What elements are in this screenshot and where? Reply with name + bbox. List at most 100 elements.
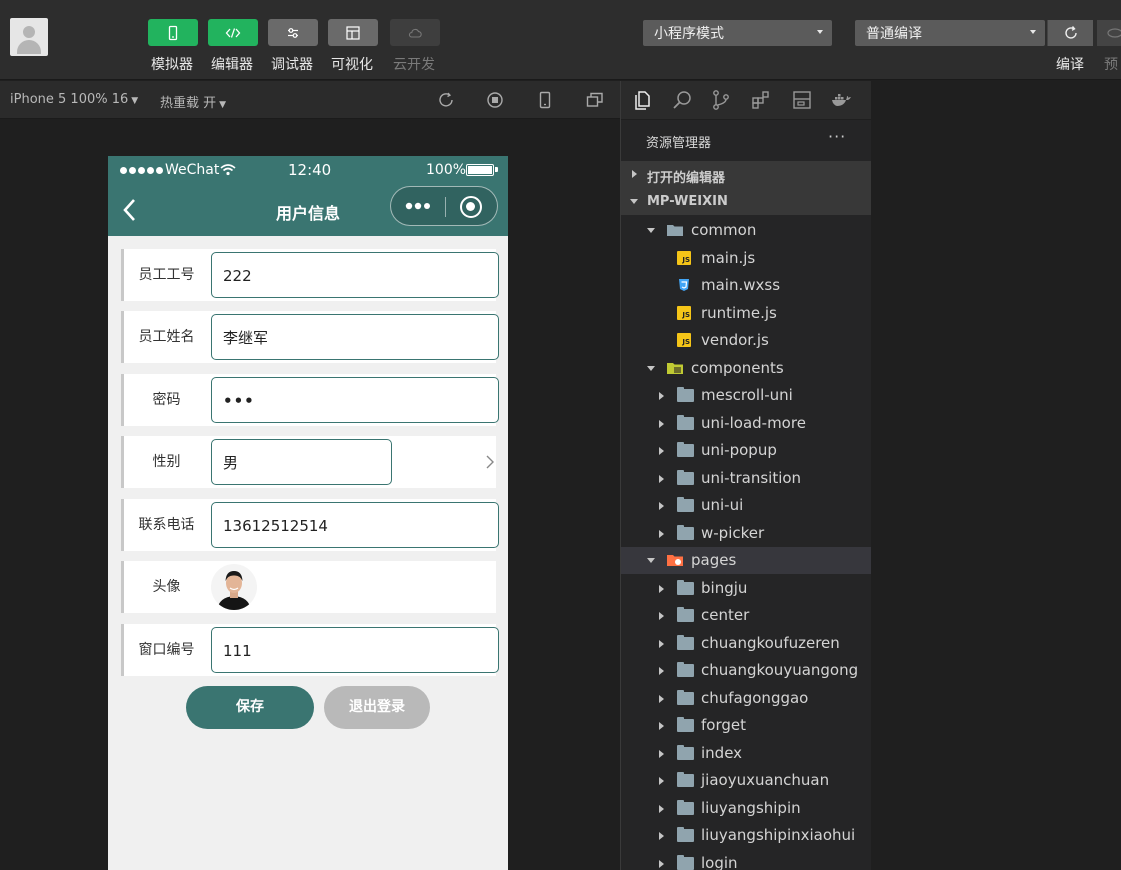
carrier-label: WeChat xyxy=(165,162,220,178)
tree-item[interactable]: index xyxy=(621,740,871,767)
tree-item[interactable]: center xyxy=(621,602,871,629)
tree-item[interactable]: JS vendor.js xyxy=(621,327,871,354)
chevron-right-icon xyxy=(659,584,664,593)
avatar-image[interactable] xyxy=(211,564,257,610)
chevron-right-icon xyxy=(659,529,664,538)
tree-item[interactable]: liuyangshipin xyxy=(621,795,871,822)
signal-indicator: WeChat xyxy=(120,162,236,178)
caret-down-icon xyxy=(1030,30,1036,34)
employee-name-label: 员工姓名 xyxy=(138,329,195,345)
chevron-right-icon xyxy=(659,392,664,400)
section-open-editors[interactable]: 打开的编辑器 xyxy=(621,161,871,188)
tree-item-label: index xyxy=(701,743,743,762)
window-number-input[interactable]: 111 xyxy=(211,627,499,673)
cloud-dev-button[interactable] xyxy=(390,19,440,46)
password-input[interactable]: ••• xyxy=(211,377,499,423)
visualize-button[interactable] xyxy=(328,19,378,46)
form-row-avatar: 头像 xyxy=(121,561,496,613)
tree-item[interactable]: login xyxy=(621,850,871,870)
tree-item[interactable]: uni-transition xyxy=(621,465,871,492)
tree-item-label: center xyxy=(701,606,750,624)
docker-icon[interactable] xyxy=(830,89,852,111)
battery-icon xyxy=(466,164,498,176)
tree-item[interactable]: pages xyxy=(621,547,871,574)
chevron-down-icon xyxy=(647,558,655,563)
tree-item[interactable]: JS main.js xyxy=(621,245,871,272)
tree-item-label: bingju xyxy=(701,578,748,597)
close-target-icon[interactable] xyxy=(460,196,482,218)
user-avatar[interactable] xyxy=(10,18,48,56)
compile-button[interactable] xyxy=(1047,20,1093,46)
folder-icon xyxy=(677,634,694,650)
tree-item[interactable]: common xyxy=(621,217,871,244)
empty-editor-area xyxy=(871,81,1121,870)
device-phone-icon[interactable] xyxy=(535,90,555,110)
layout-icon xyxy=(346,25,360,40)
more-dots-icon[interactable] xyxy=(405,200,433,212)
files-icon[interactable] xyxy=(631,89,653,111)
tree-item-label: liuyangshipin xyxy=(701,798,801,817)
employee-name-input[interactable]: 李继军 xyxy=(211,314,499,360)
code-icon xyxy=(225,27,241,38)
preview-button[interactable] xyxy=(1097,20,1121,46)
tree-item[interactable]: chuangkoufuzeren xyxy=(621,630,871,657)
tree-item[interactable]: bingju xyxy=(621,575,871,602)
chevron-right-icon xyxy=(659,859,664,868)
tree-item[interactable]: chuangkouyuangong xyxy=(621,657,871,684)
mode-select[interactable]: 小程序模式 xyxy=(643,20,832,46)
editor-button[interactable] xyxy=(208,19,258,46)
detach-window-icon[interactable] xyxy=(585,90,605,110)
tree-item[interactable]: components xyxy=(621,355,871,382)
stop-icon[interactable] xyxy=(485,90,505,110)
save-button[interactable]: 保存 xyxy=(186,686,314,729)
extensions-icon[interactable] xyxy=(750,89,772,111)
chevron-right-icon[interactable] xyxy=(486,455,494,469)
logout-button[interactable]: 退出登录 xyxy=(324,686,430,729)
reload-icon[interactable] xyxy=(436,90,456,110)
tree-item[interactable]: jiaoyuxuanchuan xyxy=(621,767,871,794)
section-project[interactable]: MP-WEIXIN xyxy=(621,188,871,215)
visualize-label: 可视化 xyxy=(331,57,373,73)
tree-item-label: main.wxss xyxy=(701,276,781,294)
tree-item[interactable]: uni-popup xyxy=(621,437,871,464)
sliders-icon xyxy=(288,27,298,38)
tree-item[interactable]: uni-load-more xyxy=(621,410,871,437)
tree-item[interactable]: w-picker xyxy=(621,520,871,547)
tree-item[interactable]: JS runtime.js xyxy=(621,300,871,327)
chevron-right-icon xyxy=(659,639,664,648)
more-actions-button[interactable]: ··· xyxy=(828,127,846,146)
folder-icon xyxy=(677,717,694,732)
editor-label: 编辑器 xyxy=(211,57,253,73)
search-icon[interactable] xyxy=(671,89,693,111)
tree-item-label: chuangkoufuzeren xyxy=(701,633,840,652)
css-file-icon xyxy=(679,279,689,291)
employee-id-input[interactable]: 222 xyxy=(211,252,499,298)
form-row-employee-id: 员工工号 222 xyxy=(121,249,499,301)
chevron-right-icon xyxy=(659,667,664,675)
eye-icon xyxy=(1107,28,1121,38)
tree-item[interactable]: main.wxss xyxy=(621,272,871,299)
storage-icon[interactable] xyxy=(791,89,813,111)
tree-item-label: uni-ui xyxy=(701,496,744,514)
caret-down-icon: ▼ xyxy=(219,100,227,110)
source-control-icon[interactable] xyxy=(710,89,732,111)
device-select[interactable]: iPhone 5 100% 16 ▼ xyxy=(10,92,138,107)
tree-item[interactable]: liuyangshipinxiaohui xyxy=(621,822,871,849)
hot-reload-select[interactable]: 热重载 开 ▼ xyxy=(160,92,226,111)
folder-icon xyxy=(677,854,694,870)
simulator-button[interactable] xyxy=(148,19,198,46)
tree-item[interactable]: chufagonggao xyxy=(621,685,871,712)
gender-picker[interactable]: 男 xyxy=(211,439,392,485)
tree-item-label: uni-transition xyxy=(701,468,802,487)
debugger-button[interactable] xyxy=(268,19,318,46)
tree-item[interactable]: mescroll-uni xyxy=(621,382,871,409)
tree-item[interactable]: uni-ui xyxy=(621,492,871,519)
compile-select[interactable]: 普通编译 xyxy=(855,20,1045,46)
preview-label: 预 xyxy=(1104,57,1118,73)
chevron-right-icon xyxy=(659,722,664,730)
tree-item[interactable]: forget xyxy=(621,712,871,739)
tree-item-label: pages xyxy=(691,551,737,569)
folder-icon xyxy=(677,414,694,430)
chevron-right-icon xyxy=(659,612,664,620)
phone-input[interactable]: 13612512514 xyxy=(211,502,499,548)
